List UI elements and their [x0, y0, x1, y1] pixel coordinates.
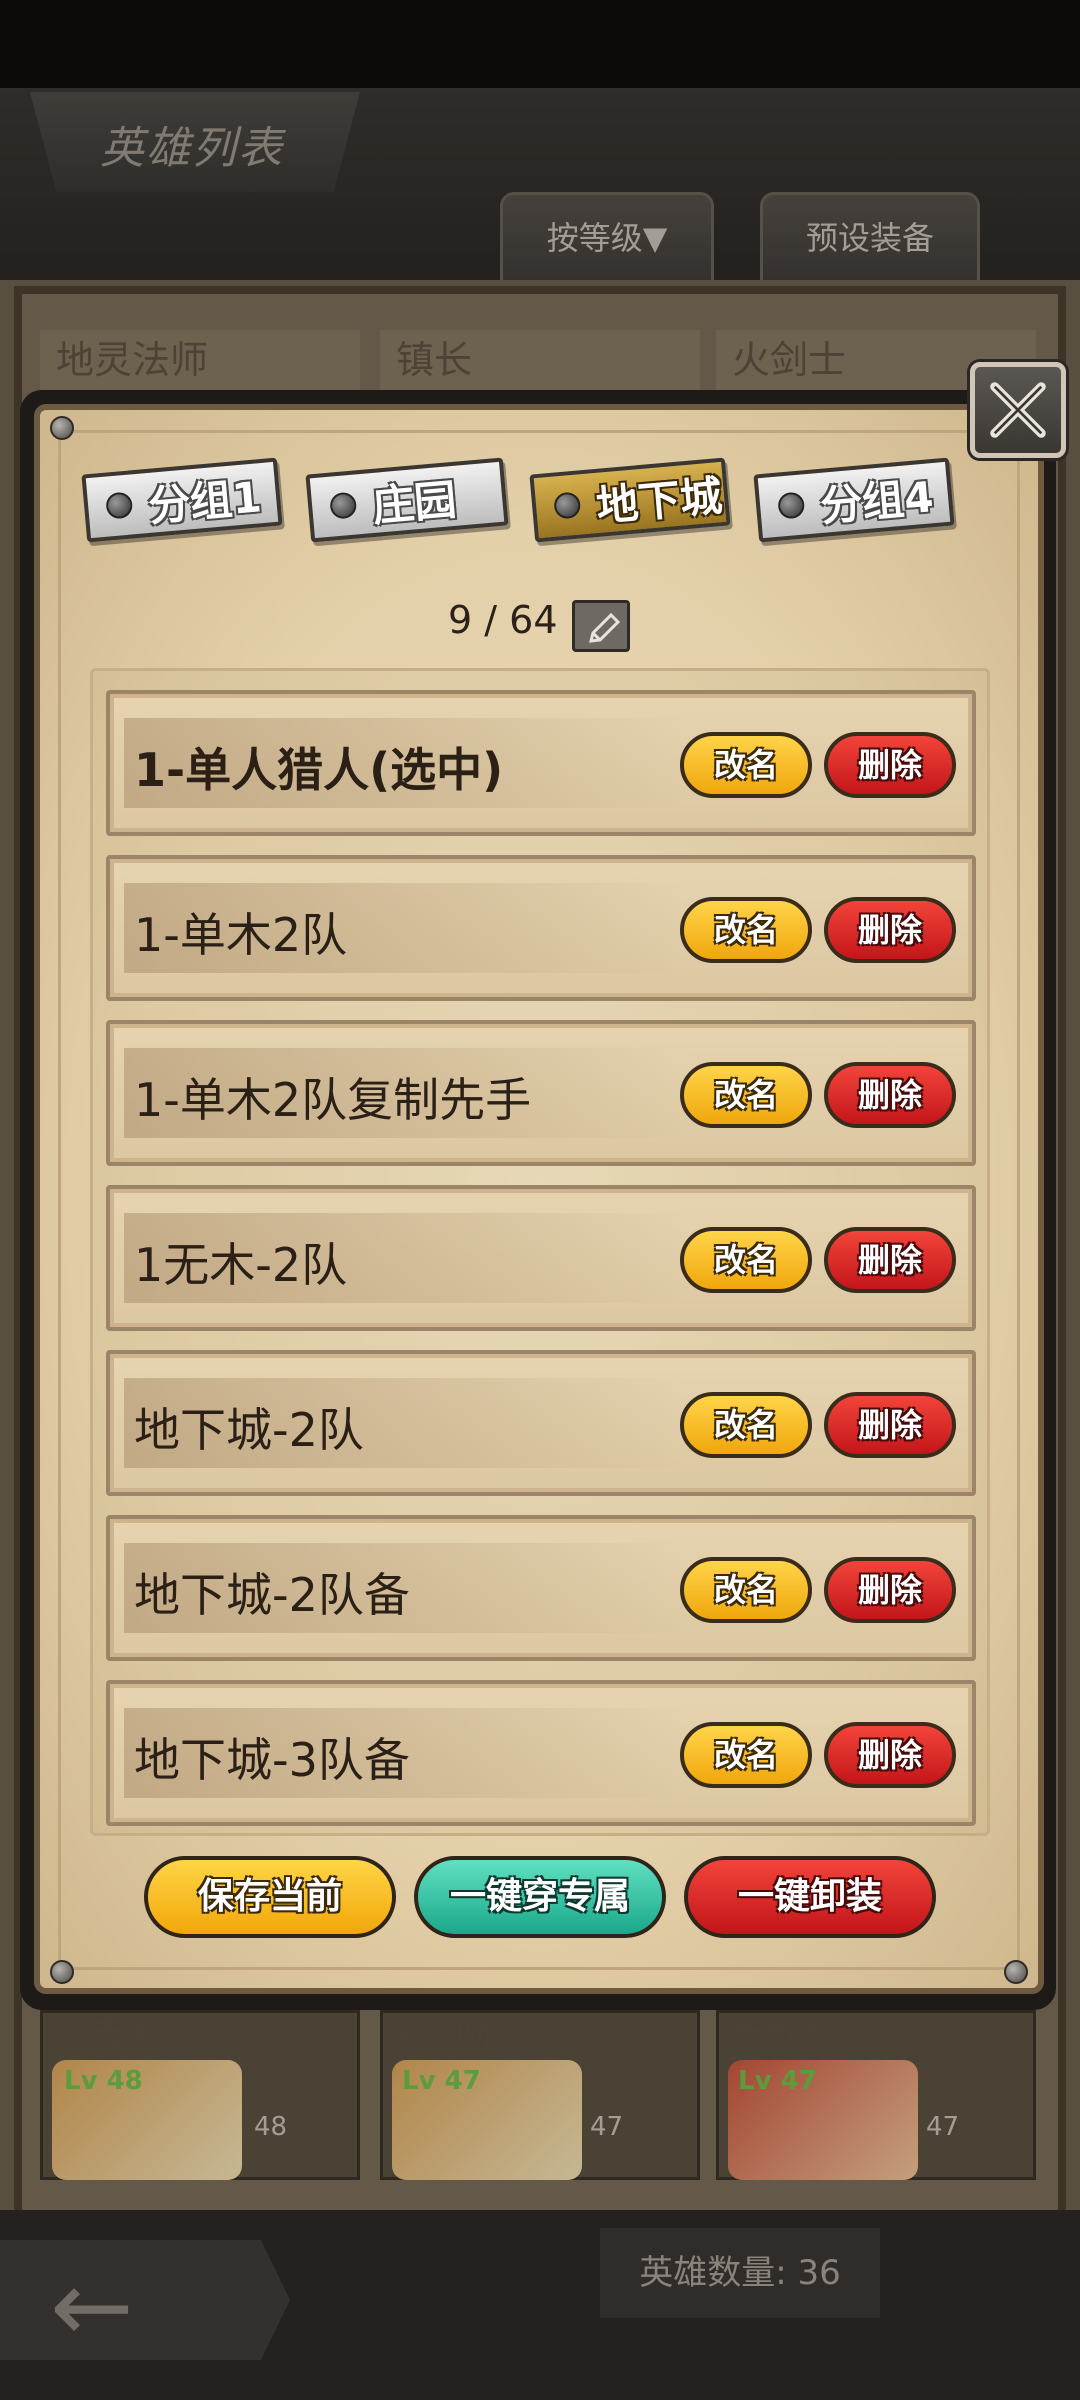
rename-button[interactable]: 改名	[680, 1722, 812, 1788]
delete-button[interactable]: 删除	[824, 1722, 956, 1788]
rivet-icon	[50, 1960, 74, 1984]
tab-dot-icon	[105, 491, 134, 520]
unequip-all-button[interactable]: 一键卸装	[684, 1856, 936, 1938]
list-item[interactable]: 1无木-2队 改名 删除	[106, 1185, 976, 1331]
list-item[interactable]: 地下城-3队备 改名 删除	[106, 1680, 976, 1826]
tab-dot-icon	[777, 491, 806, 520]
tab-label: 分组4	[818, 471, 936, 531]
rename-button[interactable]: 改名	[680, 1557, 812, 1623]
close-crossed-swords-icon	[990, 382, 1046, 438]
pencil-icon	[589, 612, 621, 643]
preset-name: 1无木-2队	[134, 1238, 348, 1292]
tab-label: 庄园	[370, 474, 459, 531]
rename-button[interactable]: 改名	[680, 1227, 812, 1293]
delete-button[interactable]: 删除	[824, 732, 956, 798]
tab-label: 地下城	[594, 470, 725, 531]
list-item[interactable]: 1-单人猎人(选中) 改名 删除	[106, 690, 976, 836]
rename-button[interactable]: 改名	[680, 732, 812, 798]
delete-button[interactable]: 删除	[824, 1227, 956, 1293]
preset-name: 1-单人猎人(选中)	[134, 743, 504, 797]
save-current-button[interactable]: 保存当前	[144, 1856, 396, 1938]
preset-name: 地下城-2队	[134, 1403, 364, 1457]
edit-button[interactable]	[572, 600, 630, 652]
delete-button[interactable]: 删除	[824, 1062, 956, 1128]
preset-count: 9 / 64	[448, 598, 558, 642]
list-item[interactable]: 1-单木2队复制先手 改名 删除	[106, 1020, 976, 1166]
close-button[interactable]	[970, 362, 1066, 458]
rename-button[interactable]: 改名	[680, 897, 812, 963]
tab-dot-icon	[553, 491, 582, 520]
preset-name: 地下城-3队备	[134, 1733, 410, 1787]
list-item[interactable]: 地下城-2队备 改名 删除	[106, 1515, 976, 1661]
delete-button[interactable]: 删除	[824, 1392, 956, 1458]
rename-button[interactable]: 改名	[680, 1392, 812, 1458]
list-item[interactable]: 地下城-2队 改名 删除	[106, 1350, 976, 1496]
delete-button[interactable]: 删除	[824, 897, 956, 963]
list-item[interactable]: 1-单木2队 改名 删除	[106, 855, 976, 1001]
tab-dot-icon	[329, 491, 358, 520]
equip-exclusive-button[interactable]: 一键穿专属	[414, 1856, 666, 1938]
preset-name: 1-单木2队复制先手	[134, 1073, 532, 1127]
rivet-icon	[50, 416, 74, 440]
rename-button[interactable]: 改名	[680, 1062, 812, 1128]
preset-name: 地下城-2队备	[134, 1568, 410, 1622]
delete-button[interactable]: 删除	[824, 1557, 956, 1623]
tab-label: 分组1	[146, 471, 264, 531]
preset-name: 1-单木2队	[134, 908, 348, 962]
rivet-icon	[1004, 1960, 1028, 1984]
